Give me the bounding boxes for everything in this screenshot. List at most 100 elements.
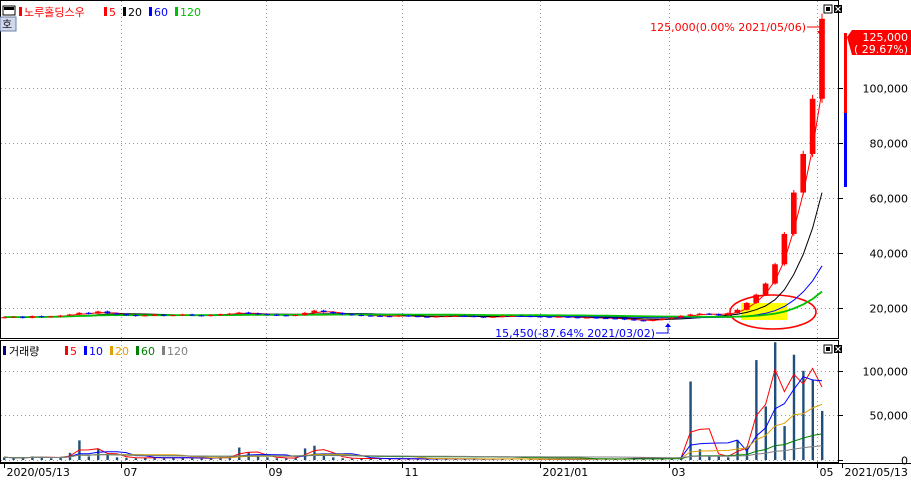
candle-body [659, 318, 665, 320]
close-button[interactable] [834, 5, 842, 13]
legend-swatch-120 [175, 7, 178, 16]
candle-body [527, 316, 534, 318]
candle-body [386, 316, 393, 318]
candle-body [471, 316, 477, 318]
candle-body [1, 317, 7, 319]
volume-bar [332, 457, 335, 460]
candle-body [236, 312, 242, 314]
legend-swatch-10 [84, 346, 87, 355]
candle-body [208, 315, 214, 317]
x-tick-label: 07 [124, 466, 138, 479]
legend-swatch-name [19, 7, 22, 16]
candle-body [706, 313, 712, 315]
volume-tick-label: 100,000 [863, 366, 909, 379]
volume-bar [821, 410, 824, 460]
candle-body [414, 316, 421, 318]
candle-body [621, 318, 628, 320]
candle-body [104, 311, 111, 314]
svg-text:125,000(0.00% 2021/05/06): 125,000(0.00% 2021/05/06) [650, 21, 806, 34]
volume-bar [783, 426, 786, 460]
candle-body [311, 310, 318, 313]
candle-body [687, 314, 694, 316]
legend-ma-60: 60 [154, 6, 168, 19]
volume-bar [162, 458, 166, 460]
volume-bar [689, 381, 692, 460]
x-tick-label: 09 [269, 466, 283, 479]
x-tick-label: 2021/05/13 [845, 466, 908, 479]
x-tick-label: 2020/05/13 [7, 466, 70, 479]
candle-body [508, 315, 515, 317]
x-tick-label: 2021/01 [543, 466, 589, 479]
close-button[interactable] [834, 345, 842, 353]
volume-bar [275, 458, 279, 460]
candle-body [490, 316, 496, 318]
volume-bar [792, 354, 796, 460]
candle-body [461, 315, 468, 317]
range-bar-down [844, 113, 847, 187]
candle-body [292, 315, 299, 317]
range-bar-up [844, 33, 847, 113]
candle-body [424, 316, 430, 318]
candle-body [809, 98, 816, 154]
x-tick-label: 03 [672, 466, 686, 479]
candle-body [593, 317, 600, 319]
candle-body [480, 316, 487, 318]
candle-body [452, 315, 459, 317]
candle-body [349, 314, 355, 316]
candle-body [734, 309, 741, 314]
candle-body [161, 314, 167, 316]
legend-swatch-20 [110, 346, 113, 355]
volume-bar [87, 456, 91, 460]
candle-body [546, 316, 553, 318]
candle-body [142, 315, 148, 317]
candle-body [781, 233, 788, 265]
candle-body [405, 315, 412, 317]
candle-body [217, 314, 224, 316]
candle-body [320, 310, 327, 313]
candle-body [66, 314, 73, 316]
candle-body [302, 312, 308, 316]
candle-body [339, 313, 346, 315]
legend-ma-120: 120 [167, 345, 188, 358]
price-tick-label: 60,000 [870, 193, 909, 206]
candle-body [762, 283, 769, 295]
candle-body [433, 316, 440, 318]
candle-body [753, 294, 760, 303]
volume-bar [12, 458, 15, 460]
candle-body [499, 316, 506, 318]
x-tick-label: 11 [405, 466, 419, 479]
candle-body [57, 315, 64, 317]
legend-swatch-5 [104, 7, 107, 16]
legend-swatch-20 [123, 7, 126, 16]
candle-body [602, 318, 609, 320]
candle-body [189, 314, 195, 316]
candle-body [48, 316, 54, 318]
volume-panel-frame [0, 340, 839, 463]
volume-bar [106, 454, 109, 460]
price-tick-label: 80,000 [870, 138, 909, 151]
candle-body [800, 153, 807, 193]
candle-body [358, 315, 365, 317]
price-tick-label: 100,000 [863, 83, 909, 96]
candle-body [743, 302, 750, 310]
candle-body [273, 314, 280, 316]
volume-bar [266, 457, 269, 460]
legend-ma-20: 20 [115, 345, 129, 358]
svg-text:( 29.67%): ( 29.67%) [854, 43, 908, 56]
volume-bar [341, 458, 344, 460]
tag-button[interactable]: 호 [0, 16, 17, 32]
candle-body [264, 314, 271, 316]
candle-body [518, 315, 524, 317]
volume-bar [125, 457, 128, 460]
candle-body [555, 316, 562, 318]
candle-body [198, 315, 205, 317]
volume-bar [256, 456, 260, 460]
candle-body [649, 319, 656, 321]
svg-text:호: 호 [2, 18, 12, 31]
candle-body [19, 316, 26, 318]
volume-bar [736, 440, 739, 460]
candle-body [151, 314, 158, 316]
legend-swatch-60 [149, 7, 152, 16]
volume-tick-label: 50,000 [870, 410, 909, 423]
legend-ma-120: 120 [180, 6, 201, 19]
